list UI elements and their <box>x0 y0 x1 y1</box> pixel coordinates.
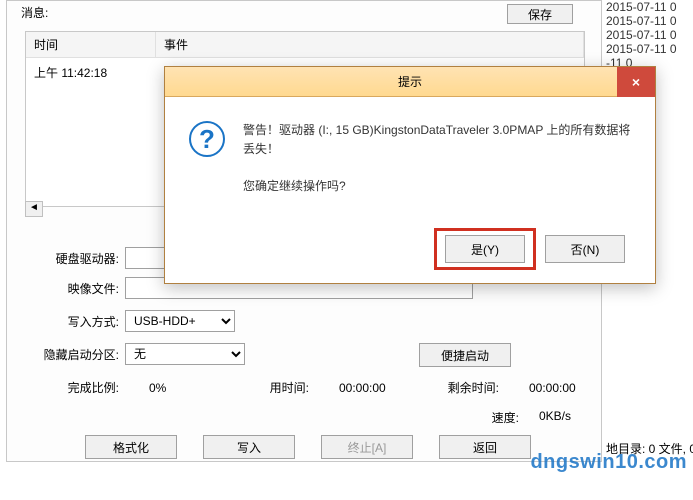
speed-row: 速度: 0KB/s <box>492 409 571 426</box>
speed-value: 0KB/s <box>539 409 571 426</box>
used-label: 用时间: <box>249 379 309 396</box>
write-mode-select[interactable]: USB-HDD+ <box>125 310 235 332</box>
write-button[interactable]: 写入 <box>203 435 295 459</box>
confirm-text: 您确定继续操作吗? <box>243 177 631 196</box>
list-header: 时间 事件 <box>26 32 584 58</box>
row-hide: 隐藏启动分区: 无 <box>23 343 245 365</box>
row-write: 写入方式: USB-HDD+ <box>23 310 235 332</box>
col-time[interactable]: 时间 <box>26 32 156 57</box>
save-button[interactable]: 保存 <box>507 4 573 24</box>
dialog-buttons: 是(Y) 否(N) <box>441 235 625 263</box>
button-bar: 格式化 写入 终止[A] 返回 <box>7 435 601 459</box>
question-icon: ? <box>189 121 225 157</box>
scroll-left-button[interactable]: ◄ <box>25 201 43 217</box>
dialog-title-bar[interactable]: 提示 × <box>165 67 655 97</box>
write-label: 写入方式: <box>23 313 119 330</box>
image-label: 映像文件: <box>23 280 119 297</box>
pct-value: 0% <box>149 381 219 395</box>
warning-text: 警告！驱动器 (I:, 15 GB)KingstonDataTraveler 3… <box>243 121 631 159</box>
format-button[interactable]: 格式化 <box>85 435 177 459</box>
left-label: 剩余时间: <box>439 379 499 396</box>
confirm-dialog: 提示 × ? 警告！驱动器 (I:, 15 GB)KingstonDataTra… <box>164 66 656 284</box>
stop-button: 终止[A] <box>321 435 413 459</box>
group-label: 消息: <box>21 4 48 21</box>
dialog-text: 警告！驱动器 (I:, 15 GB)KingstonDataTraveler 3… <box>243 121 631 197</box>
log-line: 2015-07-11 0 <box>606 0 692 14</box>
log-line: 2015-07-11 0 <box>606 28 692 42</box>
no-button[interactable]: 否(N) <box>545 235 625 263</box>
hide-partition-select[interactable]: 无 <box>125 343 245 365</box>
dialog-body: ? 警告！驱动器 (I:, 15 GB)KingstonDataTraveler… <box>165 97 655 207</box>
close-icon[interactable]: × <box>617 67 655 97</box>
log-line: 2015-07-11 0 <box>606 42 692 56</box>
progress-row: 完成比例: 0% 用时间: 00:00:00 剩余时间: 00:00:00 <box>23 379 599 396</box>
watermark: dngswin10.com <box>530 451 687 474</box>
col-event[interactable]: 事件 <box>156 32 584 57</box>
drive-label: 硬盘驱动器: <box>23 250 119 267</box>
yes-button[interactable]: 是(Y) <box>445 235 525 263</box>
row-time: 上午 11:42:18 <box>34 66 107 80</box>
dialog-title: 提示 <box>398 75 422 89</box>
back-button[interactable]: 返回 <box>439 435 531 459</box>
yes-highlight: 是(Y) <box>441 235 529 263</box>
quick-boot-button[interactable]: 便捷启动 <box>419 343 511 367</box>
used-value: 00:00:00 <box>339 381 409 395</box>
log-line: 2015-07-11 0 <box>606 14 692 28</box>
hide-label: 隐藏启动分区: <box>23 346 119 363</box>
left-value: 00:00:00 <box>529 381 599 395</box>
pct-label: 完成比例: <box>23 379 119 396</box>
speed-label: 速度: <box>492 409 519 426</box>
